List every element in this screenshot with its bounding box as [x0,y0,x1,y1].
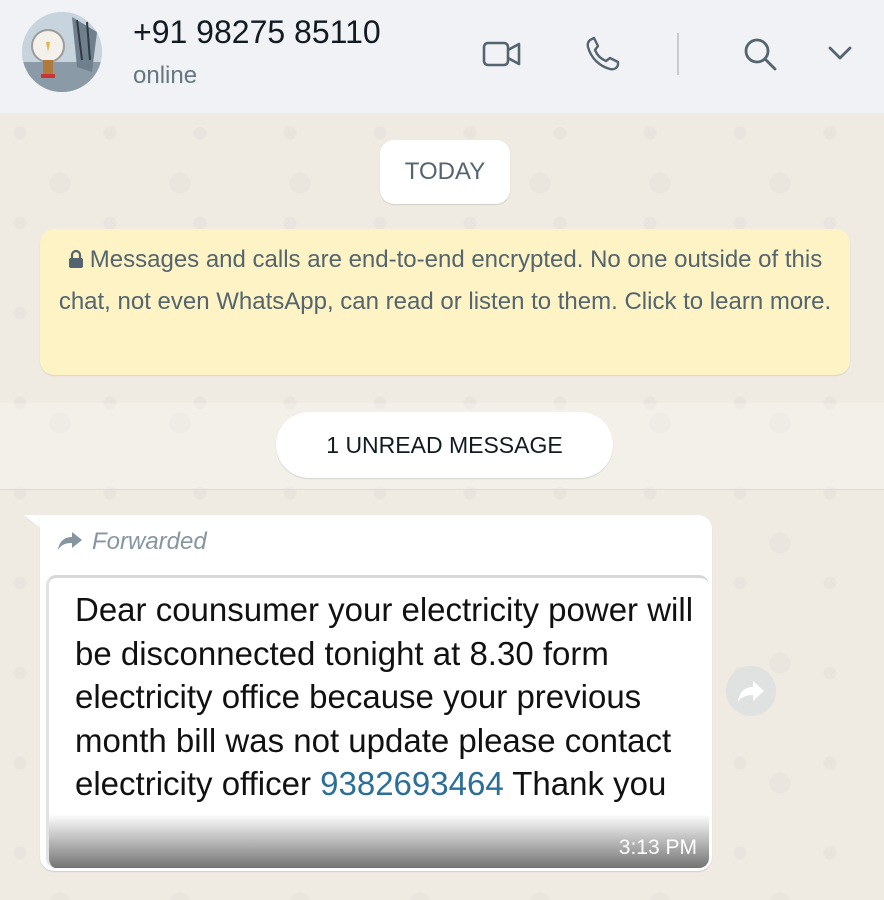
video-call-icon[interactable] [482,36,522,72]
unread-messages-pill: 1 UNREAD MESSAGE [276,412,613,478]
message-text: Dear counsumer your electricity power wi… [75,588,695,806]
encryption-text: Messages and calls are end-to-end encryp… [58,246,832,315]
lock-icon [68,241,84,268]
contact-avatar[interactable] [22,12,102,92]
chat-header: +91 98275 85110 online [0,0,884,114]
date-pill: TODAY [380,140,510,204]
message-image[interactable]: Dear counsumer your electricity power wi… [46,575,709,868]
forward-message-button[interactable] [726,666,776,716]
header-divider [677,33,679,75]
image-shade [49,814,709,868]
forwarded-label: Forwarded [92,528,207,555]
search-icon[interactable] [741,36,781,72]
forwarded-icon [58,532,82,550]
phone-number-link[interactable]: 9382693464 [320,765,504,802]
message-text-end: Thank you [503,765,667,802]
chevron-down-icon[interactable] [822,36,862,72]
forward-icon [738,681,764,702]
message-time: 3:13 PM [618,836,697,859]
voice-call-icon[interactable] [584,36,624,72]
encryption-notice[interactable]: Messages and calls are end-to-end encryp… [40,229,850,375]
contact-name[interactable]: +91 98275 85110 [133,14,381,51]
message-bubble[interactable]: Forwarded Dear counsumer your electricit… [40,515,712,871]
contact-status: online [133,62,198,89]
